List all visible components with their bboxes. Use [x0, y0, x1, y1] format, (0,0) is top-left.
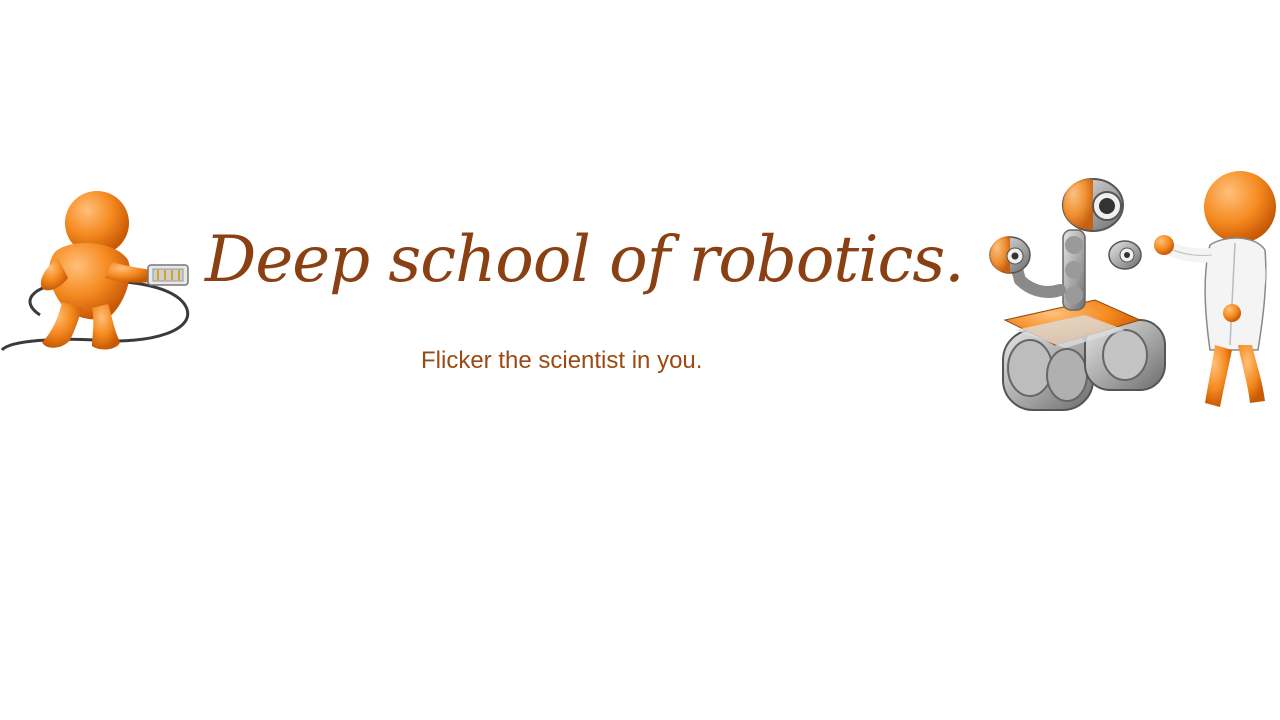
banner: Deep school of robotics. Flicker the sci… — [0, 0, 1280, 720]
banner-tagline: Flicker the scientist in you. — [421, 347, 703, 374]
robot-icon — [989, 178, 1166, 411]
banner-title: Deep school of robotics. — [205, 223, 965, 297]
figure-with-cable-icon — [0, 191, 189, 352]
scientist-figure-icon — [1154, 171, 1276, 407]
